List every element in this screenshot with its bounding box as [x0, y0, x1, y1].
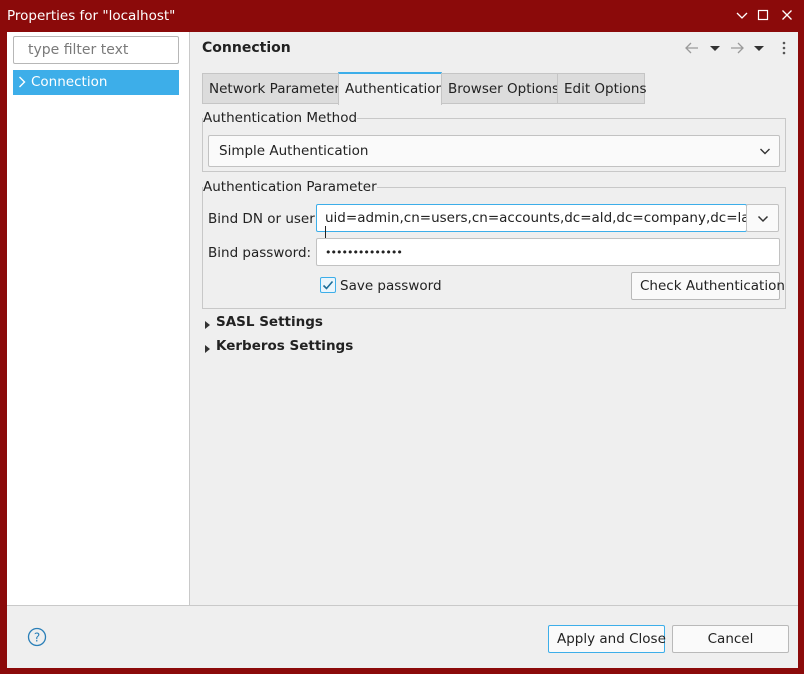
close-icon[interactable]	[779, 7, 795, 23]
chevron-right-icon[interactable]	[17, 75, 27, 93]
tab-network-parameter[interactable]: Network Parameter	[202, 73, 340, 104]
bind-dn-label: Bind DN or user:	[208, 211, 320, 227]
back-arrow-icon[interactable]	[684, 40, 700, 56]
sasl-settings-section[interactable]: SASL Settings	[202, 314, 402, 332]
properties-window: Properties for "localhost" Connection Co…	[0, 0, 804, 674]
chevron-down-icon	[757, 213, 769, 229]
triangle-right-icon[interactable]	[204, 318, 212, 334]
filter-input[interactable]	[13, 36, 179, 64]
tab-edit-options[interactable]: Edit Options	[557, 73, 647, 104]
cancel-button[interactable]: Cancel	[672, 625, 789, 653]
save-password-checkbox[interactable]	[320, 277, 336, 293]
page-title: Connection	[202, 40, 291, 56]
minimize-icon[interactable]	[734, 7, 750, 23]
bind-dn-history-dropdown[interactable]	[746, 204, 779, 232]
check-authentication-button[interactable]: Check Authentication	[631, 272, 785, 300]
sasl-settings-label: SASL Settings	[216, 314, 323, 330]
dialog-client: Connection Connection Network Parameter	[7, 32, 798, 668]
apply-and-close-button[interactable]: Apply and Close	[548, 625, 666, 653]
title-bar[interactable]: Properties for "localhost"	[0, 0, 804, 32]
window-title: Properties for "localhost"	[7, 8, 176, 24]
authentication-tab-panel: Authentication Method Simple Authenticat…	[202, 104, 793, 604]
preference-tree-pane: Connection	[7, 32, 190, 605]
tree-item-connection[interactable]: Connection	[13, 70, 179, 95]
tab-browser-options[interactable]: Browser Options	[441, 73, 559, 104]
bind-dn-input[interactable]: uid=admin,cn=users,cn=accounts,dc=ald,dc…	[316, 204, 758, 241]
help-icon[interactable]: ?	[27, 627, 47, 647]
back-dropdown-icon[interactable]	[709, 40, 721, 56]
forward-arrow-icon[interactable]	[729, 40, 745, 56]
bind-dn-value: uid=admin,cn=users,cn=accounts,dc=ald,dc…	[325, 210, 759, 226]
tab-authentication[interactable]: Authentication	[338, 72, 444, 105]
checkmark-icon	[322, 280, 334, 290]
auth-method-select[interactable]: Simple Authentication	[208, 135, 780, 167]
more-vertical-icon[interactable]	[781, 40, 787, 56]
triangle-right-icon[interactable]	[204, 342, 212, 358]
svg-text:?: ?	[34, 631, 40, 645]
preference-page: Connection Network Parameter Authenticat…	[190, 32, 798, 605]
save-password-label[interactable]: Save password	[340, 278, 442, 294]
forward-dropdown-icon[interactable]	[753, 40, 765, 56]
auth-method-value: Simple Authentication	[219, 143, 369, 159]
auth-parameter-legend: Authentication Parameter	[203, 179, 377, 195]
kerberos-settings-section[interactable]: Kerberos Settings	[202, 338, 402, 356]
dialog-button-bar: ? Apply and Close Cancel	[7, 605, 798, 668]
kerberos-settings-label: Kerberos Settings	[216, 338, 354, 354]
maximize-icon[interactable]	[755, 7, 771, 23]
bind-password-input[interactable]: ••••••••••••••	[316, 238, 780, 266]
tree-item-label: Connection	[31, 74, 108, 90]
bind-password-label: Bind password:	[208, 245, 312, 261]
chevron-down-icon	[759, 145, 771, 161]
auth-method-legend: Authentication Method	[203, 110, 358, 126]
